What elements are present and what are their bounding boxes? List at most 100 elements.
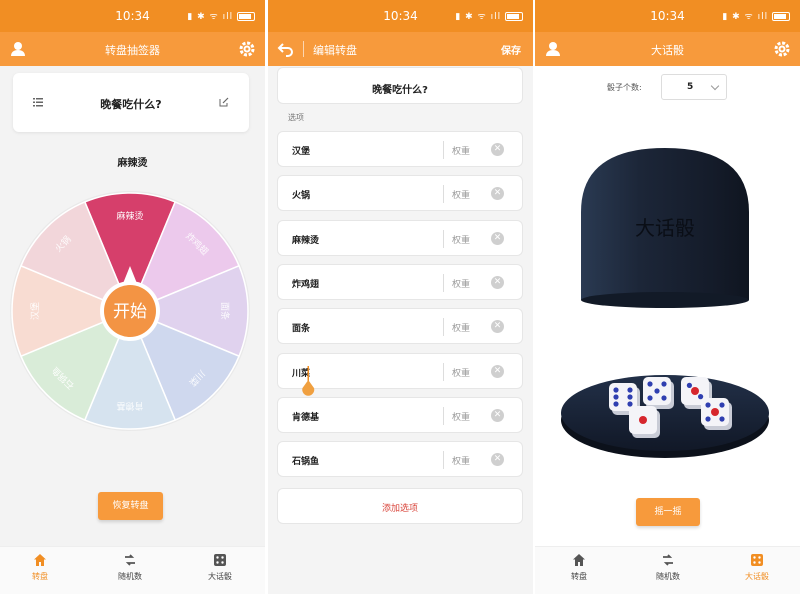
delete-icon[interactable]: ✕ (491, 453, 504, 467)
status-bar: 10:34 ▮ ✱ ᯤ ıll (0, 0, 265, 32)
tab-label: 转盘 (32, 572, 48, 581)
tab-bar: 转盘 随机数 大话骰 (535, 546, 800, 594)
question-text: 晚餐吃什么? (372, 85, 428, 96)
battery-icon (505, 12, 523, 21)
weight-input[interactable]: 权重 (452, 454, 470, 467)
tab-label: 随机数 (656, 572, 680, 581)
divider (443, 406, 444, 425)
battery-icon (772, 12, 790, 21)
divider (443, 318, 444, 337)
tab-random[interactable]: 随机数 (638, 553, 698, 582)
option-name[interactable]: 面条 (292, 321, 310, 334)
question-text: 晚餐吃什么? (100, 98, 162, 111)
divider (303, 41, 304, 57)
wheel-slice-label: 面条 (219, 302, 231, 320)
tab-wheel[interactable]: 转盘 (10, 553, 70, 582)
weight-input[interactable]: 权重 (452, 233, 470, 246)
cup-label: 大话骰 (635, 216, 695, 240)
dice-count-value: 5 (687, 82, 694, 92)
tab-wheel[interactable]: 转盘 (549, 553, 609, 582)
delete-icon[interactable]: ✕ (491, 143, 504, 156)
option-row[interactable]: 肯德基 权重 ✕ (277, 396, 523, 433)
shuffle-icon (125, 554, 135, 566)
tab-label: 大话骰 (745, 572, 769, 581)
back-icon[interactable] (276, 39, 296, 59)
add-option-label: 添加选项 (381, 504, 418, 514)
top-bar: 大话骰 (535, 32, 800, 66)
wheel[interactable]: 麻辣烫炸鸡翅面条川菜肯德基石锅鱼汉堡火锅开始 (7, 188, 253, 434)
text-cursor-handle[interactable] (302, 366, 316, 396)
option-name[interactable]: 火锅 (292, 188, 310, 201)
dice-screen: 10:34 ▮ ✱ ᯤ ıll 大话骰 骰子个数: 5 大话骰 摇一摇 转盘 随… (535, 0, 800, 594)
tab-dice[interactable]: 大话骰 (727, 553, 787, 582)
option-name[interactable]: 肯德基 (292, 410, 319, 423)
wheel-slice-label: 麻辣烫 (116, 210, 143, 222)
edit-icon[interactable] (219, 97, 229, 107)
question-card[interactable]: 晚餐吃什么? (13, 73, 249, 132)
tab-random[interactable]: 随机数 (100, 553, 160, 582)
wheel-screen: 10:34 ▮ ✱ ᯤ ıll 转盘抽签器 晚餐吃什么? 麻辣烫 麻辣烫 炸鸡翅面… (0, 0, 265, 594)
divider (443, 362, 444, 381)
dice-icon (751, 554, 763, 566)
status-icons: ▮ ✱ ᯤ ıll (455, 9, 523, 22)
wheel-slice-label: 汉堡 (29, 302, 41, 320)
tab-label: 转盘 (571, 572, 587, 581)
section-label: 选项 (288, 113, 304, 122)
delete-icon[interactable]: ✕ (491, 320, 504, 334)
start-label[interactable]: 开始 (113, 302, 147, 322)
tab-dice[interactable]: 大话骰 (190, 553, 250, 582)
page-title: 转盘抽签器 (105, 44, 160, 57)
status-bar: 10:34 ▮ ✱ ᯤ ıll (535, 0, 800, 32)
top-bar: 编辑转盘 保存 (268, 32, 533, 66)
status-bar: 10:34 ▮ ✱ ᯤ ıll (268, 0, 533, 32)
home-icon (573, 554, 585, 566)
tab-bar: 转盘 随机数 大话骰 (0, 546, 265, 594)
delete-icon[interactable]: ✕ (491, 408, 504, 422)
gear-icon[interactable] (772, 39, 792, 59)
die (701, 398, 732, 430)
wheel-slice-label: 肯德基 (116, 400, 143, 412)
tab-label: 随机数 (118, 572, 142, 581)
delete-icon[interactable]: ✕ (491, 275, 504, 289)
option-row[interactable]: 汉堡 权重 ✕ (277, 131, 523, 167)
dice-count-select[interactable]: 5 (661, 74, 727, 100)
status-icons: ▮ ✱ ᯤ ıll (187, 9, 255, 22)
shuffle-icon (663, 554, 673, 566)
option-name[interactable]: 麻辣烫 (292, 233, 319, 246)
delete-icon[interactable]: ✕ (491, 364, 504, 378)
tab-label: 大话骰 (208, 572, 232, 581)
weight-input[interactable]: 权重 (452, 410, 470, 423)
weight-input[interactable]: 权重 (452, 277, 470, 290)
weight-input[interactable]: 权重 (452, 188, 470, 201)
divider (443, 273, 444, 292)
reset-wheel-button[interactable]: 恢复转盘 (98, 492, 163, 520)
option-row[interactable]: 火锅 权重 ✕ (277, 175, 523, 212)
page-title: 编辑转盘 (313, 44, 357, 57)
dice-icon (214, 554, 226, 566)
option-name[interactable]: 石锅鱼 (292, 454, 319, 467)
gear-icon[interactable] (237, 39, 257, 59)
delete-icon[interactable]: ✕ (491, 187, 504, 201)
weight-input[interactable]: 权重 (452, 144, 470, 157)
weight-input[interactable]: 权重 (452, 321, 470, 334)
home-icon (34, 554, 46, 566)
option-row[interactable]: 石锅鱼 权重 ✕ (277, 441, 523, 478)
option-row[interactable]: 面条 权重 ✕ (277, 308, 523, 345)
die (629, 406, 660, 438)
add-option-button[interactable]: 添加选项 (277, 488, 523, 524)
dice-scene[interactable]: 大话骰 (535, 130, 800, 480)
delete-icon[interactable]: ✕ (491, 231, 504, 245)
shake-button[interactable]: 摇一摇 (636, 498, 700, 526)
edit-wheel-screen: 10:34 ▮ ✱ ᯤ ıll 编辑转盘 保存 晚餐吃什么? 选项 汉堡 权重 ✕ 火… (268, 0, 533, 594)
option-row[interactable]: 炸鸡翅 权重 ✕ (277, 263, 523, 300)
option-row[interactable]: 麻辣烫 权重 ✕ (277, 219, 523, 256)
question-field[interactable]: 晚餐吃什么? (277, 67, 523, 104)
status-icons: ▮ ✱ ᯤ ıll (722, 9, 790, 22)
option-name[interactable]: 炸鸡翅 (292, 277, 319, 290)
option-name[interactable]: 汉堡 (292, 144, 310, 157)
dice-count-label: 骰子个数: (607, 83, 642, 92)
weight-input[interactable]: 权重 (452, 366, 470, 379)
die (643, 377, 674, 409)
save-button[interactable]: 保存 (501, 42, 521, 57)
chevron-down-icon (710, 81, 720, 91)
